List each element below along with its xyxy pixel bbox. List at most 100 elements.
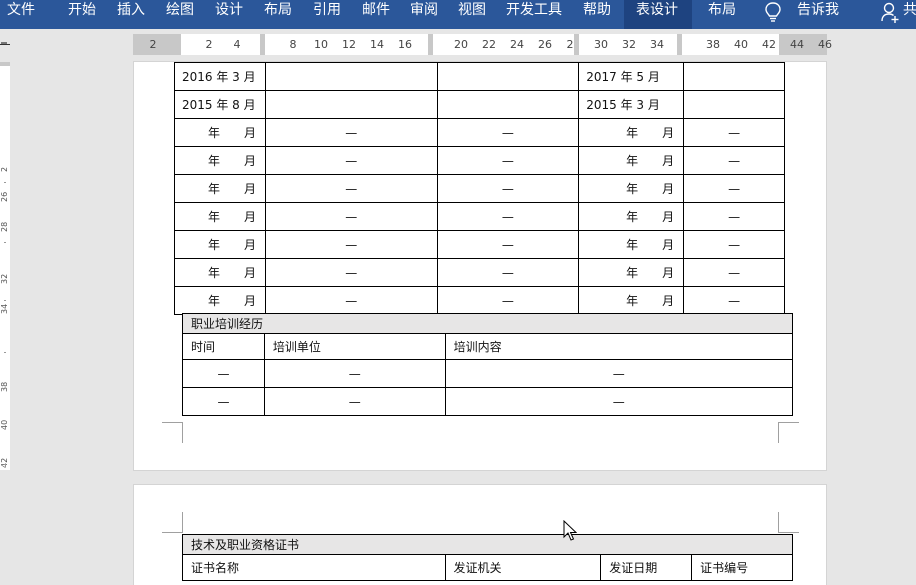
table-row[interactable]: 职业培训经历 <box>182 313 793 334</box>
tab-table-design[interactable]: 表设计 <box>636 0 678 29</box>
tab-file[interactable]: 文件 <box>7 0 35 29</box>
ruler-column-marker[interactable] <box>574 34 579 55</box>
table-cell[interactable]: 年 月 <box>174 146 266 175</box>
table-cell[interactable]: — <box>263 359 446 388</box>
table-cell[interactable]: — <box>683 146 785 175</box>
table-cell[interactable]: — <box>182 359 265 388</box>
table-cell[interactable]: — <box>436 258 580 287</box>
table-cell[interactable]: — <box>436 286 580 315</box>
work-history-table[interactable]: 2016 年 3 月 2017 年 5 月 2015 年 8 月 2015 年 … <box>174 62 785 315</box>
table-row[interactable]: 年 月 — — 年 月 — <box>174 202 785 231</box>
table-row[interactable]: 年 月 — — 年 月 — <box>174 118 785 147</box>
table-cell[interactable]: — <box>683 174 785 203</box>
table-cell[interactable]: — <box>264 230 438 259</box>
table-cell[interactable]: — <box>264 146 438 175</box>
vertical-ruler[interactable]: 2 26 28 32 34 38 40 42 44 <box>0 42 10 506</box>
table-cell[interactable]: 年 月 <box>578 258 685 287</box>
table-header-cell[interactable]: 证书名称 <box>182 554 446 581</box>
table-row[interactable]: 时间 培训单位 培训内容 <box>182 333 794 360</box>
table-cell[interactable]: 年 月 <box>174 258 266 287</box>
training-section-title[interactable]: 职业培训经历 <box>182 313 793 334</box>
table-cell[interactable]: — <box>436 146 580 175</box>
table-cell[interactable]: — <box>263 387 446 416</box>
table-header-cell[interactable]: 时间 <box>182 333 265 360</box>
table-cell[interactable]: — <box>436 118 580 147</box>
table-cell[interactable]: 年 月 <box>174 118 266 147</box>
table-row[interactable]: 2016 年 3 月 2017 年 5 月 <box>174 62 785 91</box>
table-cell[interactable]: — <box>182 387 265 416</box>
table-cell[interactable] <box>436 90 580 119</box>
table-cell[interactable]: 年 月 <box>174 202 266 231</box>
tab-draw[interactable]: 绘图 <box>166 0 194 29</box>
lightbulb-icon[interactable] <box>764 1 782 25</box>
table-cell[interactable] <box>264 62 438 91</box>
table-row[interactable]: 年 月 — — 年 月 — <box>174 258 785 287</box>
training-table[interactable]: 职业培训经历 时间 培训单位 培训内容 — — — — — — <box>182 313 794 416</box>
table-cell[interactable]: — <box>683 202 785 231</box>
ruler-column-marker[interactable] <box>428 34 433 55</box>
table-cell[interactable]: 年 月 <box>578 202 685 231</box>
table-cell[interactable]: — <box>436 202 580 231</box>
tab-table-layout[interactable]: 布局 <box>708 0 736 29</box>
table-row[interactable]: 年 月 — — 年 月 — <box>174 230 785 259</box>
tab-references[interactable]: 引用 <box>313 0 341 29</box>
tab-layout[interactable]: 布局 <box>264 0 292 29</box>
table-cell[interactable]: 年 月 <box>578 146 685 175</box>
table-cell[interactable]: 2015 年 8 月 <box>174 90 266 119</box>
table-header-cell[interactable]: 发证日期 <box>600 554 693 581</box>
tab-help[interactable]: 帮助 <box>583 0 611 29</box>
table-row[interactable]: 证书名称 发证机关 发证日期 证书编号 <box>182 554 793 581</box>
table-row[interactable]: 年 月 — — 年 月 — <box>174 174 785 203</box>
table-row[interactable]: — — — <box>182 387 794 416</box>
table-cell[interactable]: 2015 年 3 月 <box>578 90 685 119</box>
tab-design[interactable]: 设计 <box>215 0 243 29</box>
tab-mailings[interactable]: 邮件 <box>362 0 390 29</box>
table-cell[interactable]: — <box>264 174 438 203</box>
table-cell[interactable]: 年 月 <box>578 230 685 259</box>
share-button[interactable]: 共 <box>903 0 916 29</box>
tab-review[interactable]: 审阅 <box>410 0 438 29</box>
table-header-cell[interactable]: 培训内容 <box>444 333 794 360</box>
table-cell[interactable]: 年 月 <box>174 286 266 315</box>
table-cell[interactable]: — <box>444 359 794 388</box>
horizontal-ruler[interactable]: 2 2 4 8 10 12 14 16 20 22 24 26 2 30 32 … <box>0 29 916 62</box>
table-row[interactable]: 年 月 — — 年 月 — <box>174 146 785 175</box>
table-cell[interactable] <box>436 62 580 91</box>
tab-view[interactable]: 视图 <box>458 0 486 29</box>
table-header-cell[interactable]: 培训单位 <box>263 333 446 360</box>
table-header-cell[interactable]: 证书编号 <box>691 554 793 581</box>
table-cell[interactable] <box>683 90 785 119</box>
table-cell[interactable]: — <box>264 286 438 315</box>
ruler-column-marker[interactable] <box>677 34 682 55</box>
tell-me-search[interactable]: 告诉我 <box>797 0 839 29</box>
table-row[interactable]: — — — <box>182 359 794 388</box>
table-cell[interactable] <box>683 62 785 91</box>
table-cell[interactable]: 年 月 <box>174 174 266 203</box>
table-cell[interactable]: 2017 年 5 月 <box>578 62 685 91</box>
share-person-icon[interactable] <box>881 2 901 24</box>
tab-insert[interactable]: 插入 <box>117 0 145 29</box>
table-cell[interactable]: — <box>264 118 438 147</box>
ruler-column-marker[interactable] <box>260 34 265 55</box>
table-cell[interactable]: — <box>683 118 785 147</box>
table-row[interactable]: 年 月 — — 年 月 — <box>174 286 785 315</box>
certificates-table[interactable]: 技术及职业资格证书 证书名称 发证机关 发证日期 证书编号 <box>182 534 793 581</box>
table-cell[interactable]: — <box>264 202 438 231</box>
table-cell[interactable]: 年 月 <box>578 286 685 315</box>
table-cell[interactable]: — <box>436 230 580 259</box>
table-header-cell[interactable]: 发证机关 <box>444 554 602 581</box>
table-cell[interactable]: 年 月 <box>578 118 685 147</box>
table-cell[interactable]: 2016 年 3 月 <box>174 62 266 91</box>
table-row[interactable]: 技术及职业资格证书 <box>182 534 793 555</box>
table-cell[interactable]: — <box>444 387 794 416</box>
table-cell[interactable]: — <box>683 258 785 287</box>
table-cell[interactable]: — <box>264 258 438 287</box>
table-row[interactable]: 2015 年 8 月 2015 年 3 月 <box>174 90 785 119</box>
table-cell[interactable]: — <box>683 230 785 259</box>
table-cell[interactable]: — <box>683 286 785 315</box>
tab-home[interactable]: 开始 <box>68 0 96 29</box>
table-cell[interactable]: 年 月 <box>578 174 685 203</box>
table-cell[interactable]: — <box>436 174 580 203</box>
table-cell[interactable] <box>264 90 438 119</box>
certificates-section-title[interactable]: 技术及职业资格证书 <box>182 534 793 555</box>
